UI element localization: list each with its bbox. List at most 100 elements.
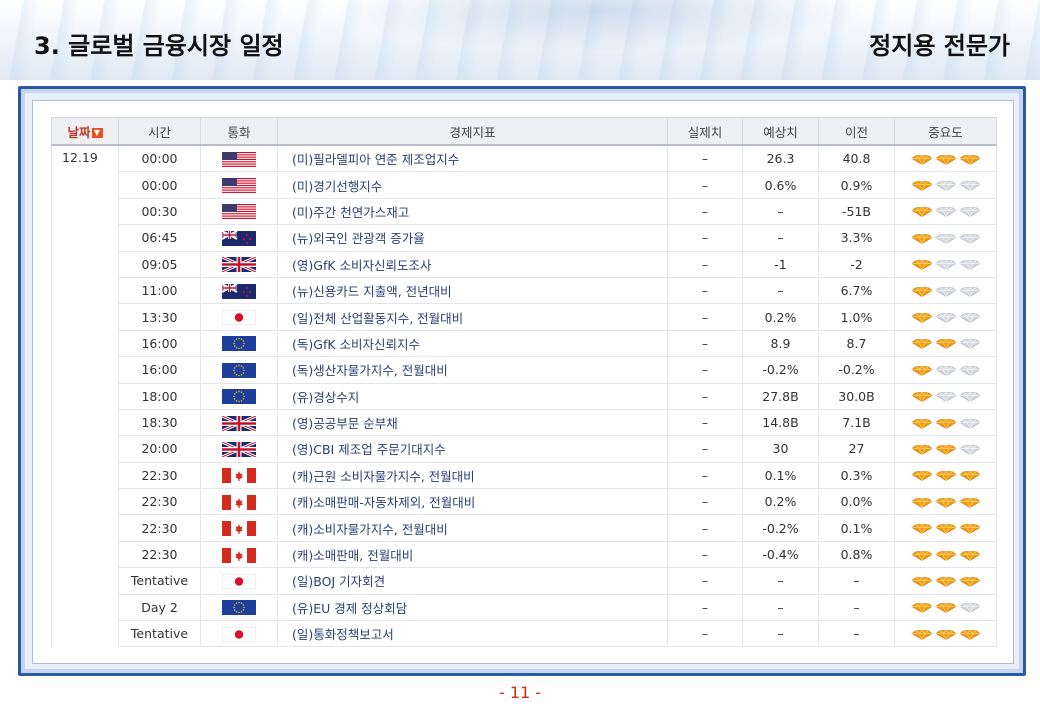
table-row[interactable]: 09:05 (영)GfK 소비자신뢰도조사 – -1 -2	[52, 251, 997, 278]
column-header-date-label: 날짜	[67, 124, 91, 140]
indicator-link[interactable]: (일)전체 산업활동지수, 전월대비	[277, 303, 668, 331]
time-cell: 20:00	[118, 435, 201, 463]
currency-cell	[200, 251, 278, 278]
indicator-link[interactable]: (뉴)신용카드 지출액, 전년대비	[277, 277, 668, 305]
importance-cell	[894, 594, 997, 622]
table-row[interactable]: 16:00 (독)GfK 소비자신뢰지수 –8.9 8.7	[52, 330, 997, 358]
indicator-link[interactable]: (영)공공부문 순부채	[277, 409, 668, 437]
diamond-icon	[934, 550, 957, 561]
previous-cell: 0.9%	[818, 171, 895, 199]
importance-cell	[894, 330, 997, 358]
table-row[interactable]: Tentative (일)통화정책보고서 – – –	[52, 620, 997, 648]
diamond-icon	[934, 629, 957, 640]
table-row[interactable]: 06:45 (뉴)외국인 관광객 증가율 – –3.3%	[52, 224, 997, 252]
currency-cell	[200, 567, 278, 595]
diamond-icon	[934, 497, 957, 508]
indicator-link[interactable]: (미)필라델피아 연준 제조업지수	[277, 145, 668, 173]
indicator-link[interactable]: (캐)소매판매, 전월대비	[277, 541, 668, 569]
currency-cell	[200, 462, 278, 490]
indicator-link[interactable]: (독)GfK 소비자신뢰지수	[277, 330, 668, 358]
time-cell: 09:05	[118, 251, 201, 278]
forecast-cell: 0.1%	[742, 462, 819, 490]
column-header-date[interactable]: 날짜 ▼	[51, 117, 119, 146]
diamond-icon	[934, 471, 957, 482]
jp-flag-icon	[222, 573, 256, 589]
table-row[interactable]: 00:30 (미)주간 천연가스재고 – – -51B	[52, 198, 997, 226]
previous-cell: 40.8	[818, 145, 895, 173]
table-row[interactable]: 22:30 (캐)소매판매-자동차제외, 전월대비 –0.2% 0.0%	[52, 488, 997, 516]
indicator-link[interactable]: (유)경상수지	[277, 383, 668, 410]
indicator-link[interactable]: (영)GfK 소비자신뢰도조사	[277, 251, 668, 278]
table-row[interactable]: 22:30 (캐)소매판매, 전월대비 – -0.4% 0.8%	[52, 541, 997, 569]
importance-cell	[894, 251, 997, 278]
indicator-link[interactable]: (캐)근원 소비자물가지수, 전월대비	[277, 462, 668, 490]
importance-rating	[910, 444, 981, 455]
indicator-link[interactable]: (뉴)외국인 관광객 증가율	[277, 224, 668, 252]
indicator-link[interactable]: (일)BOJ 기자회견	[277, 567, 668, 595]
indicator-link[interactable]: (독)생산자물가지수, 전월대비	[277, 356, 668, 384]
table-row[interactable]: 18:00 (유)경상수지 –27.8B 30.0B	[52, 383, 997, 410]
indicator-link[interactable]: (미)주간 천연가스재고	[277, 198, 668, 226]
table-row[interactable]: 22:30 (캐)소비자물가지수, 전월대비 – -0.2% 0.1%	[52, 514, 997, 542]
indicator-link[interactable]: (캐)소비자물가지수, 전월대비	[277, 514, 668, 542]
table-row[interactable]: 20:00 (영)CBI 제조업 주문기대지수 –30 27	[52, 435, 997, 463]
time-cell: 22:30	[118, 462, 201, 490]
table-row[interactable]: 22:30 (캐)근원 소비자물가지수, 전월대비 –0.1% 0.3%	[52, 462, 997, 490]
table-row[interactable]: 00:00 (미)경기선행지수 –0.6% 0.9%	[52, 171, 997, 199]
diamond-icon	[958, 339, 981, 350]
actual-cell: –	[667, 198, 743, 226]
indicator-link[interactable]: (미)경기선행지수	[277, 171, 668, 199]
jp-flag-icon	[222, 310, 256, 326]
indicator-link[interactable]: (유)EU 경제 정상회담	[277, 594, 668, 622]
actual-cell: –	[667, 145, 743, 173]
table-row[interactable]: 11:00 (뉴)신용카드 지출액, 전년대비 – –6.7%	[52, 277, 997, 305]
indicator-link[interactable]: (캐)소매판매-자동차제외, 전월대비	[277, 488, 668, 516]
calendar-frame: 날짜 ▼ 시간 통화 경제지표 실제치 예상치 이전 중요도 12.19 00:00…	[18, 86, 1026, 676]
diamond-icon	[910, 444, 933, 455]
diamond-icon	[910, 524, 933, 535]
forecast-cell: -0.2%	[742, 514, 819, 542]
table-row[interactable]: 18:30 (영)공공부문 순부채 –14.8B 7.1B	[52, 409, 997, 437]
currency-cell	[200, 409, 278, 437]
table-row[interactable]: 16:00 (독)생산자물가지수, 전월대비 – -0.2% -0.2%	[52, 356, 997, 384]
diamond-icon	[934, 365, 957, 376]
diamond-icon	[934, 154, 957, 165]
indicator-link[interactable]: (일)통화정책보고서	[277, 620, 668, 648]
currency-cell	[200, 620, 278, 648]
currency-cell	[200, 224, 278, 252]
table-row[interactable]: Tentative (일)BOJ 기자회견 – – –	[52, 567, 997, 595]
importance-rating	[910, 497, 981, 508]
diamond-icon	[934, 181, 957, 192]
ca-flag-icon	[222, 468, 256, 484]
calendar-panel: 날짜 ▼ 시간 통화 경제지표 실제치 예상치 이전 중요도 12.19 00:00…	[32, 100, 1014, 664]
previous-cell: –	[818, 620, 895, 648]
importance-cell	[894, 277, 997, 305]
importance-rating	[910, 207, 981, 218]
importance-rating	[910, 154, 981, 165]
time-cell: Tentative	[118, 567, 201, 595]
economic-calendar-table: 날짜 ▼ 시간 통화 경제지표 실제치 예상치 이전 중요도 12.19 00:00…	[51, 117, 997, 648]
actual-cell: –	[667, 251, 743, 278]
table-row[interactable]: 13:30 (일)전체 산업활동지수, 전월대비 –0.2% 1.0%	[52, 303, 997, 331]
previous-cell: –	[818, 594, 895, 622]
diamond-icon	[934, 444, 957, 455]
actual-cell: –	[667, 462, 743, 490]
forecast-cell: -1	[742, 251, 819, 278]
diamond-icon	[934, 392, 957, 403]
indicator-link[interactable]: (영)CBI 제조업 주문기대지수	[277, 435, 668, 463]
diamond-icon	[910, 207, 933, 218]
table-row[interactable]: 12.19 00:00 (미)필라델피아 연준 제조업지수 –26.3 40.8	[51, 145, 997, 647]
sort-down-icon[interactable]: ▼	[91, 128, 103, 138]
table-body: 12.19 00:00 (미)필라델피아 연준 제조업지수 –26.3 40.8 00:0…	[51, 145, 997, 648]
importance-cell	[894, 567, 997, 595]
diamond-icon	[910, 550, 933, 561]
slide-title: 3. 글로벌 금융시장 일정	[34, 32, 284, 60]
importance-cell	[894, 435, 997, 463]
table-row[interactable]: Day 2 (유)EU 경제 정상회담 – – –	[52, 594, 997, 622]
forecast-cell: 14.8B	[742, 409, 819, 437]
currency-cell	[200, 435, 278, 463]
ca-flag-icon	[222, 494, 256, 510]
diamond-icon	[958, 524, 981, 535]
actual-cell: –	[667, 541, 743, 569]
previous-cell: 8.7	[818, 330, 895, 358]
